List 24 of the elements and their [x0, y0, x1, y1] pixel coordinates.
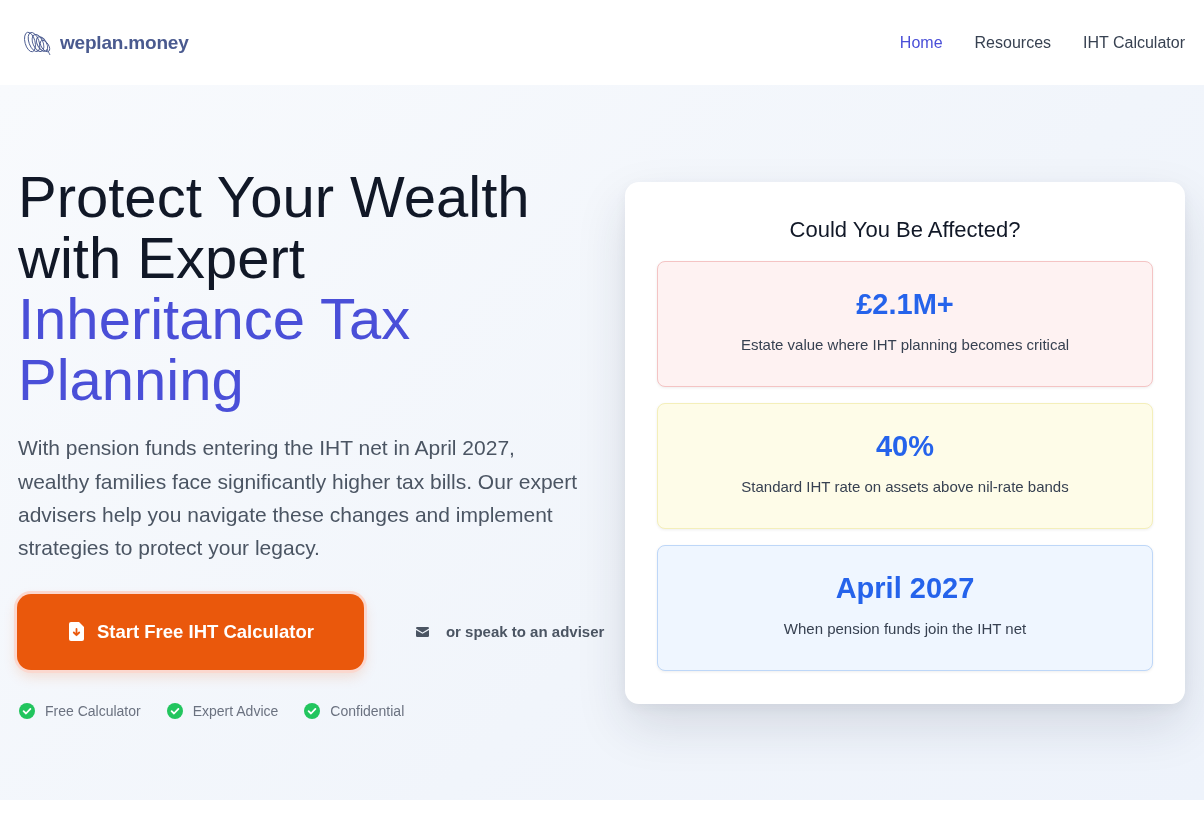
feature-label: Confidential	[330, 702, 405, 719]
stat-label: When pension funds join the IHT net	[783, 618, 1027, 639]
check-circle-icon	[19, 702, 35, 719]
envelope-icon	[415, 626, 429, 637]
stat-label: Standard IHT rate on assets above nil-rate bands	[741, 476, 1069, 497]
speak-to-adviser-link[interactable]: or speak to an adviser	[415, 623, 605, 641]
check-circle-icon	[166, 702, 183, 719]
check-circle-icon	[304, 702, 321, 719]
file-download-icon	[69, 622, 84, 642]
stat-value: 40%	[875, 428, 934, 464]
nav-link[interactable]: Resources	[974, 33, 1052, 52]
hero-description: With pension funds entering the IHT net in April 2027, wealthy families face significantly higher tax bills. Our expert advisers help you navigate these changes and implement strategies to protect your legacy.	[18, 435, 579, 562]
nav-link[interactable]: Home	[899, 33, 943, 52]
logo-icon	[22, 29, 51, 56]
feature-label: Expert Advice	[192, 702, 279, 719]
stat-value: April 2027	[835, 570, 975, 606]
brand-name[interactable]: weplan.money	[60, 31, 189, 54]
feature-label: Free Calculator	[45, 702, 141, 719]
stat-label: Estate value where IHT planning becomes critical	[740, 334, 1070, 355]
start-calculator-button[interactable]: Start Free IHT Calculator	[17, 593, 364, 670]
hero-heading: Protect Your Wealth with Expert Inheritance Tax Planning	[18, 166, 531, 411]
nav-link[interactable]: IHT Calculator	[1083, 33, 1185, 52]
stat-value: £2.1M+	[856, 286, 954, 322]
card-title: Could You Be Affected?	[788, 215, 1022, 244]
